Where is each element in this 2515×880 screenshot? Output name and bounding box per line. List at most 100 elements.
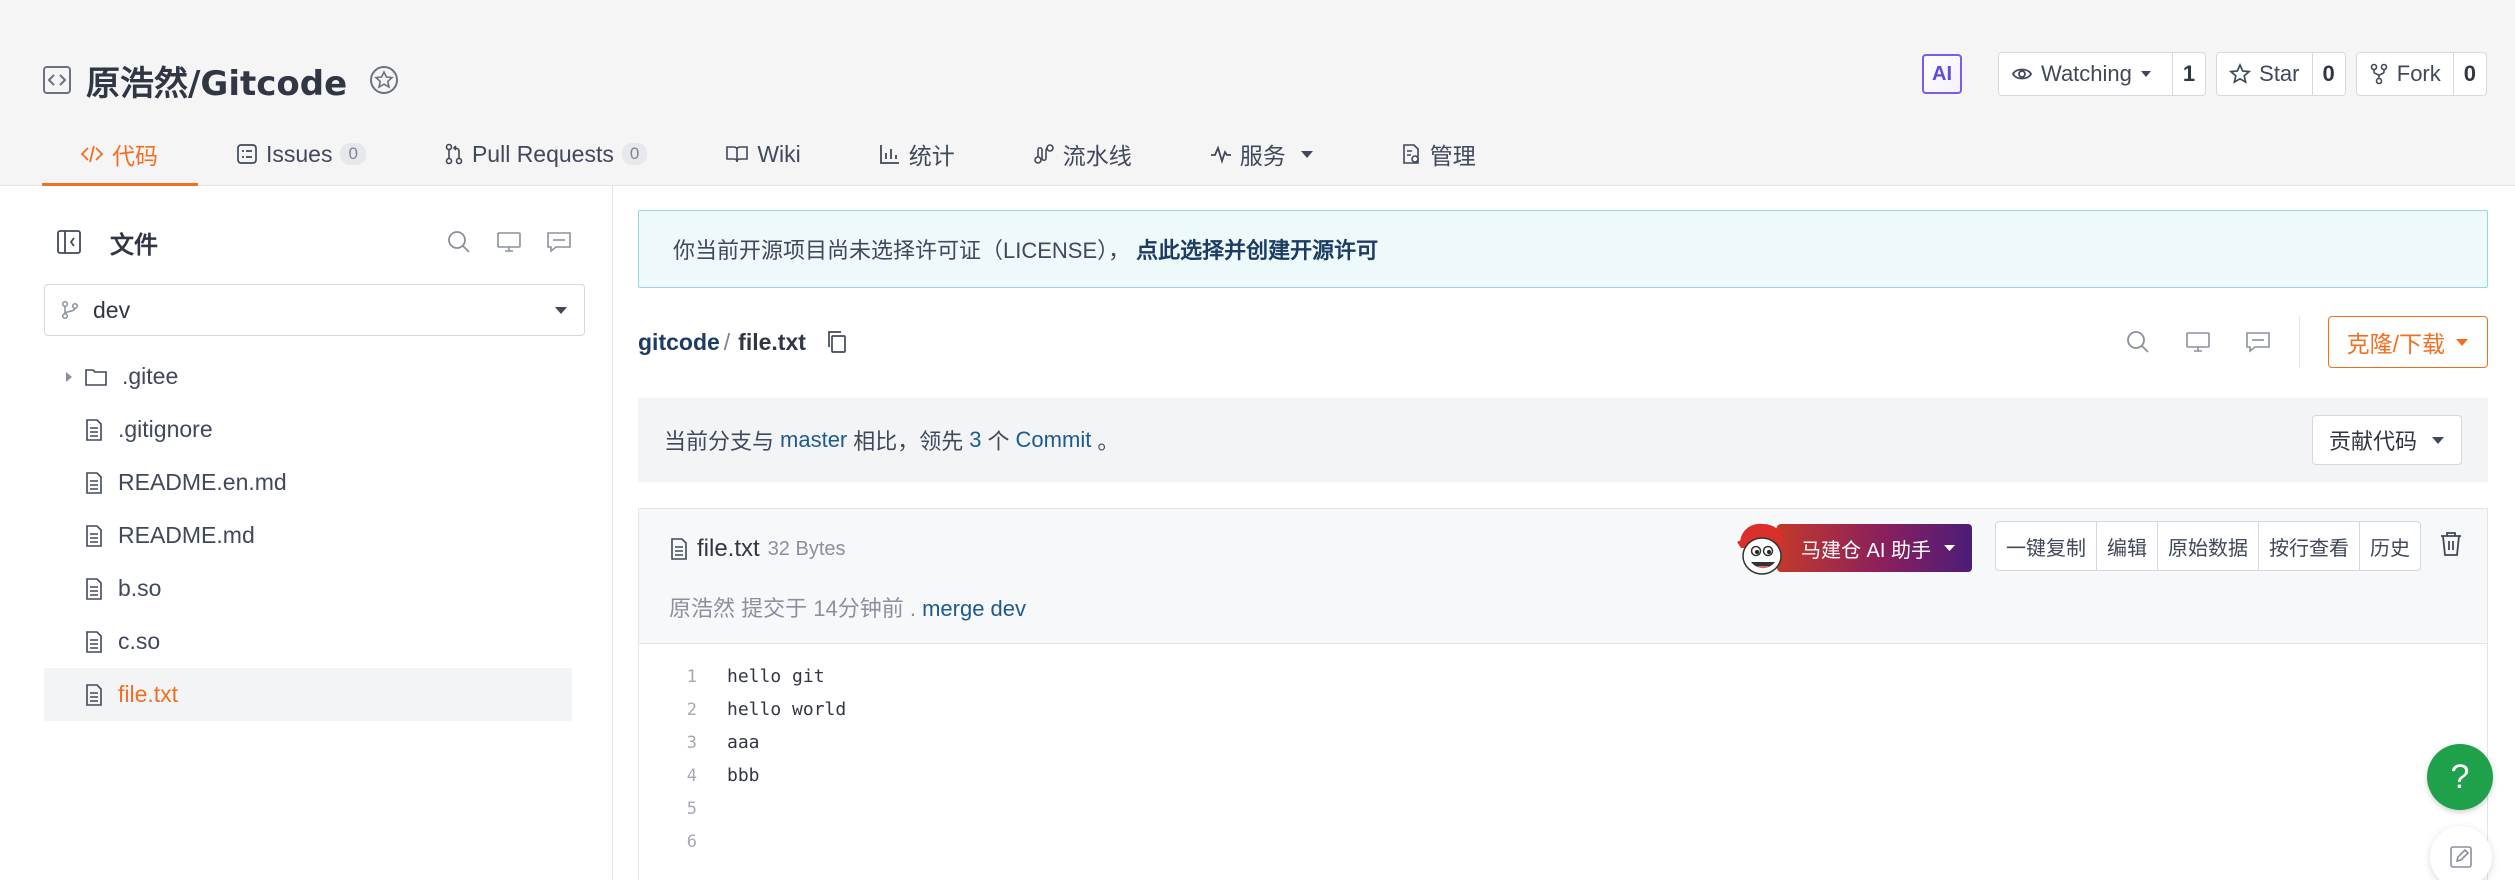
feedback-button[interactable] bbox=[2430, 826, 2492, 880]
main-content: 你当前开源项目尚未选择许可证（LICENSE）， 点此选择并创建开源许可 git… bbox=[638, 186, 2488, 880]
search-icon[interactable] bbox=[2125, 329, 2151, 355]
tree-item-name: c.so bbox=[118, 628, 161, 654]
line-number[interactable]: 3 bbox=[639, 733, 697, 753]
recommend-badge-icon[interactable] bbox=[367, 63, 401, 97]
search-icon[interactable] bbox=[446, 229, 472, 255]
history-button[interactable]: 历史 bbox=[2360, 522, 2420, 570]
tab-statistics[interactable]: 统计 bbox=[841, 122, 995, 186]
file-icon bbox=[84, 524, 104, 547]
clone-label: 克隆/下载 bbox=[2346, 331, 2445, 357]
file-icon bbox=[84, 471, 104, 494]
tree-item-name: README.md bbox=[118, 522, 255, 548]
file-icon bbox=[671, 538, 687, 560]
line-number[interactable]: 5 bbox=[639, 799, 697, 819]
commit-message-link[interactable]: merge dev bbox=[922, 596, 1026, 621]
clone-download-button[interactable]: 克隆/下载 bbox=[2327, 316, 2488, 368]
collapse-sidebar-icon[interactable] bbox=[56, 229, 82, 255]
file-icon bbox=[84, 683, 104, 706]
tab-label: Pull Requests bbox=[471, 140, 614, 167]
tab-manage[interactable]: 管理 bbox=[1362, 122, 1516, 186]
tab-pull-requests[interactable]: Pull Requests 0 bbox=[406, 122, 687, 186]
compare-branch-link[interactable]: master bbox=[780, 427, 847, 453]
code-line: 5 bbox=[639, 792, 2487, 825]
tree-item-readme-en[interactable]: README.en.md bbox=[44, 456, 572, 509]
contribute-button[interactable]: 贡献代码 bbox=[2311, 415, 2462, 465]
copy-path-icon[interactable] bbox=[826, 330, 848, 354]
line-text: bbb bbox=[727, 765, 760, 786]
star-button[interactable]: Star bbox=[2216, 52, 2313, 96]
tab-wiki[interactable]: Wiki bbox=[687, 122, 840, 186]
comment-icon[interactable] bbox=[546, 230, 572, 254]
blame-button[interactable]: 按行查看 bbox=[2259, 522, 2360, 570]
code-line: 4 bbb bbox=[639, 759, 2487, 792]
tree-item-readme[interactable]: README.md bbox=[44, 509, 572, 562]
code-line: 1 hello git bbox=[639, 660, 2487, 693]
star-button-group: Star 0 bbox=[2216, 52, 2346, 96]
line-number[interactable]: 1 bbox=[639, 667, 697, 687]
fork-button[interactable]: Fork bbox=[2355, 52, 2454, 96]
line-text: hello git bbox=[727, 666, 825, 687]
caret-down-icon bbox=[1300, 150, 1313, 158]
expand-arrow-icon[interactable] bbox=[60, 371, 78, 383]
tab-services[interactable]: 服务 bbox=[1172, 122, 1362, 186]
trash-icon[interactable] bbox=[2439, 531, 2463, 557]
tree-item-c-so[interactable]: c.so bbox=[44, 615, 572, 668]
edit-feedback-icon bbox=[2450, 846, 2472, 868]
breadcrumb-root[interactable]: gitcode bbox=[638, 329, 720, 356]
fork-count[interactable]: 0 bbox=[2453, 52, 2487, 96]
tree-item-gitignore[interactable]: .gitignore bbox=[44, 403, 572, 456]
tree-item-b-so[interactable]: b.so bbox=[44, 562, 572, 615]
license-create-link[interactable]: 点此选择并创建开源许可 bbox=[1136, 233, 1378, 265]
monitor-icon[interactable] bbox=[496, 230, 522, 254]
star-count[interactable]: 0 bbox=[2312, 52, 2346, 96]
star-label: Star bbox=[2259, 61, 2300, 86]
tab-issues[interactable]: Issues 0 bbox=[198, 122, 406, 186]
commit-author[interactable]: 原浩然 bbox=[669, 596, 735, 621]
fork-label: Fork bbox=[2396, 61, 2441, 86]
tab-code[interactable]: 代码 bbox=[42, 122, 198, 187]
tab-label: 统计 bbox=[908, 143, 955, 169]
line-number[interactable]: 4 bbox=[639, 766, 697, 786]
fork-icon bbox=[2370, 63, 2388, 85]
issues-icon bbox=[237, 144, 257, 164]
pull-request-icon bbox=[445, 143, 463, 165]
contribute-label: 贡献代码 bbox=[2328, 429, 2417, 454]
line-number[interactable]: 2 bbox=[639, 700, 697, 720]
tab-label: Issues bbox=[266, 140, 333, 167]
tab-pipeline[interactable]: 流水线 bbox=[995, 122, 1172, 186]
compare-count-link[interactable]: 3 bbox=[969, 427, 981, 453]
ai-badge[interactable]: AI bbox=[1922, 54, 1962, 94]
path-row: gitcode / file.txt 克隆/下载 bbox=[638, 314, 2488, 370]
file-icon bbox=[84, 577, 104, 600]
comment-icon[interactable] bbox=[2245, 330, 2271, 354]
file-name: file.txt bbox=[697, 535, 760, 562]
watch-button[interactable]: Watching bbox=[1998, 52, 2173, 96]
tree-item-gitee[interactable]: .gitee bbox=[44, 350, 572, 403]
repo-title[interactable]: 原浩然/Gitcode bbox=[86, 56, 347, 105]
line-number[interactable]: 6 bbox=[639, 832, 697, 852]
tree-item-file-txt[interactable]: file.txt bbox=[44, 668, 572, 721]
monitor-icon[interactable] bbox=[2185, 330, 2211, 354]
code-repo-icon bbox=[42, 65, 72, 95]
branch-select[interactable]: dev bbox=[44, 284, 585, 336]
edit-button[interactable]: 编辑 bbox=[2097, 522, 2158, 570]
path-tools bbox=[2125, 329, 2271, 355]
compare-commit-link[interactable]: Commit bbox=[1016, 427, 1092, 453]
compare-prefix: 当前分支与 bbox=[664, 429, 775, 454]
watch-count[interactable]: 1 bbox=[2172, 52, 2207, 96]
commit-time: 提交于 14分钟前 . bbox=[741, 596, 916, 621]
help-button[interactable]: ? bbox=[2427, 744, 2493, 810]
sidebar-header: 文件 bbox=[56, 222, 572, 262]
issues-count-badge: 0 bbox=[340, 143, 366, 165]
raw-button[interactable]: 原始数据 bbox=[2158, 522, 2259, 570]
copy-all-button[interactable]: 一键复制 bbox=[1996, 522, 2097, 570]
settings-doc-icon bbox=[1402, 144, 1419, 164]
file-viewer: file.txt 32 Bytes 原浩然 提交于 14分钟前 . merge … bbox=[638, 508, 2488, 880]
line-text: hello world bbox=[727, 699, 847, 720]
compare-middle: 相比，领先 bbox=[853, 429, 964, 454]
file-icon bbox=[84, 418, 104, 441]
caret-down-icon bbox=[2456, 338, 2468, 346]
toolbar-divider bbox=[2298, 316, 2300, 368]
ai-assistant-button[interactable]: 马建仓 AI 助手 bbox=[1731, 519, 1973, 577]
code-line: 2 hello world bbox=[639, 693, 2487, 726]
